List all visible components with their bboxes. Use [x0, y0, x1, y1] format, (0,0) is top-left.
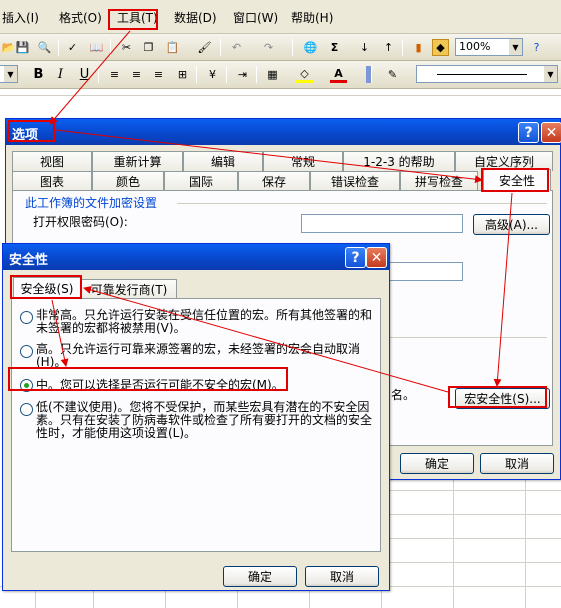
arrow-macro-button-to-security-level	[83, 286, 449, 393]
arrow-options-to-security-tab	[55, 129, 483, 184]
arrow-security-level-to-medium	[51, 299, 69, 367]
annotation-arrows	[49, 30, 513, 393]
arrow-security-tab-to-macro-button	[493, 192, 513, 387]
arrow-tools-to-options	[49, 30, 131, 125]
